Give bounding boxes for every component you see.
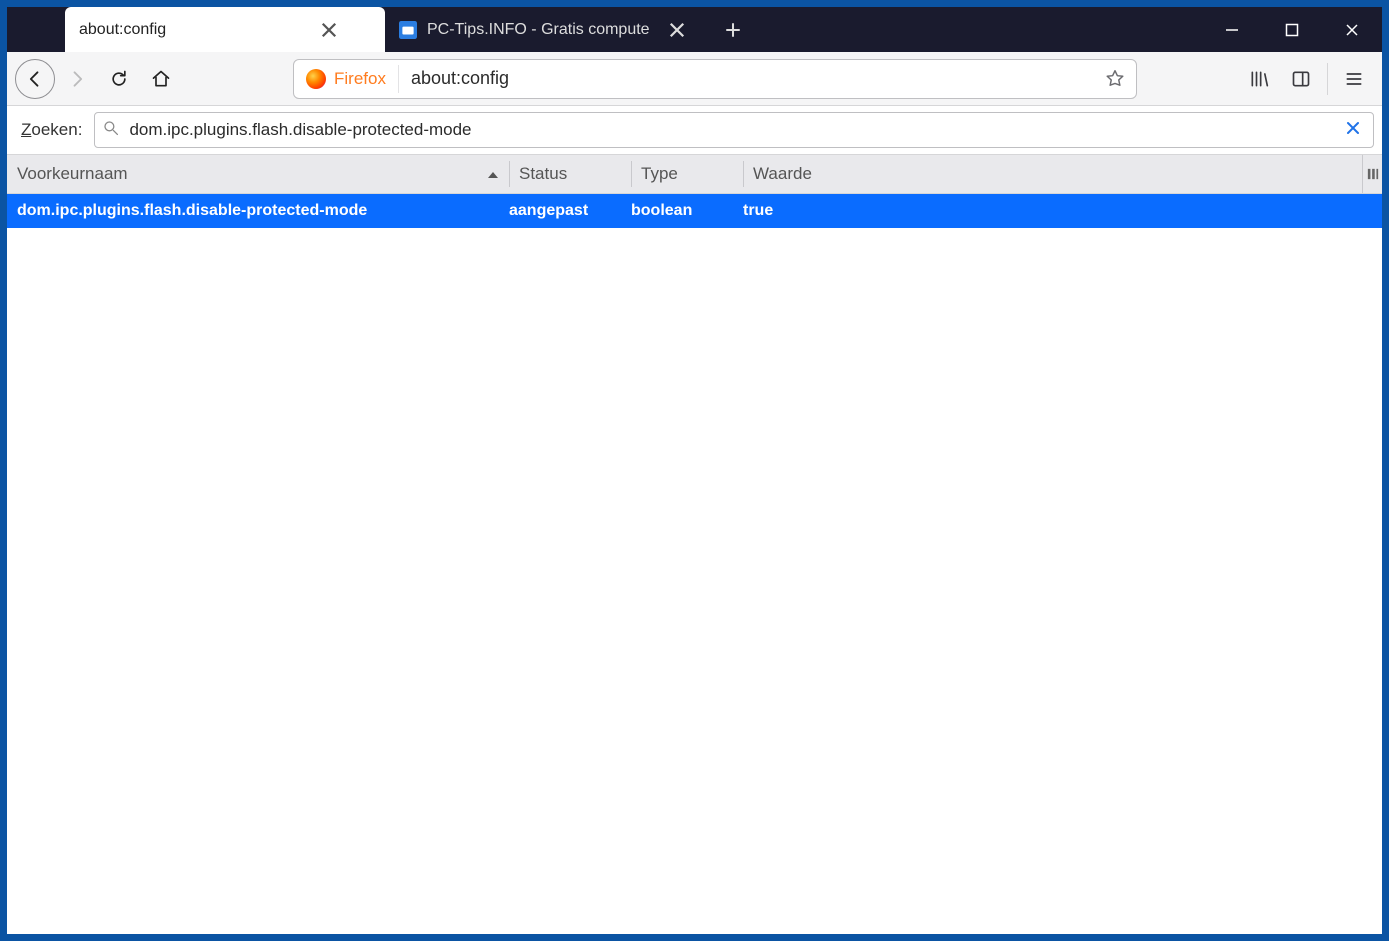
table-header: Voorkeurnaam Status Type Waarde (7, 154, 1382, 194)
close-icon[interactable] (667, 20, 687, 40)
prefs-table: Voorkeurnaam Status Type Waarde dom.ipc.… (7, 154, 1382, 934)
column-name[interactable]: Voorkeurnaam (7, 155, 509, 193)
forward-button (57, 59, 97, 99)
toolbar-right (1239, 59, 1374, 99)
tab-inactive[interactable]: PC-Tips.INFO - Gratis compute (385, 7, 705, 52)
site-identity[interactable]: Firefox (300, 65, 399, 93)
cell-value: true (743, 202, 1382, 220)
column-value[interactable]: Waarde (743, 155, 1362, 193)
column-status[interactable]: Status (509, 155, 631, 193)
site-favicon-icon (399, 21, 417, 39)
column-label: Status (519, 164, 567, 184)
column-picker-icon[interactable] (1362, 155, 1382, 193)
search-input[interactable] (129, 113, 1331, 147)
column-label: Voorkeurnaam (17, 164, 128, 184)
config-search-bar: Zoeken: (7, 106, 1382, 154)
search-label: Zoeken: (21, 120, 82, 140)
library-button[interactable] (1239, 59, 1279, 99)
home-button[interactable] (141, 59, 181, 99)
tab-active[interactable]: about:config (65, 7, 385, 52)
navbar: Firefox (7, 52, 1382, 106)
cell-name: dom.ipc.plugins.flash.disable-protected-… (7, 202, 509, 220)
column-label: Type (641, 164, 678, 184)
menu-button[interactable] (1334, 59, 1374, 99)
back-button[interactable] (15, 59, 55, 99)
close-icon[interactable] (319, 20, 339, 40)
browser-window: about:config PC-Tips.INFO - Gratis compu… (7, 7, 1382, 934)
identity-label: Firefox (334, 69, 386, 89)
cell-type: boolean (631, 202, 743, 220)
clear-search-icon[interactable] (1341, 119, 1365, 142)
window-close-button[interactable] (1322, 7, 1382, 52)
tab-strip: about:config PC-Tips.INFO - Gratis compu… (7, 7, 753, 52)
window-minimize-button[interactable] (1202, 7, 1262, 52)
window-maximize-button[interactable] (1262, 7, 1322, 52)
tab-label: PC-Tips.INFO - Gratis compute (427, 21, 657, 39)
sidebar-button[interactable] (1281, 59, 1321, 99)
sort-asc-icon (487, 164, 499, 184)
search-icon (103, 120, 119, 141)
titlebar: about:config PC-Tips.INFO - Gratis compu… (7, 7, 1382, 52)
column-label: Waarde (753, 164, 812, 184)
column-type[interactable]: Type (631, 155, 743, 193)
firefox-icon (306, 69, 326, 89)
cell-status: aangepast (509, 202, 631, 220)
search-field[interactable] (94, 112, 1374, 148)
reload-button[interactable] (99, 59, 139, 99)
separator (1327, 63, 1328, 95)
url-bar[interactable]: Firefox (293, 59, 1137, 99)
new-tab-button[interactable] (713, 7, 753, 52)
url-input[interactable] (399, 60, 1100, 98)
window-controls (1202, 7, 1382, 52)
table-row[interactable]: dom.ipc.plugins.flash.disable-protected-… (7, 194, 1382, 228)
tab-label: about:config (79, 21, 309, 39)
table-body: dom.ipc.plugins.flash.disable-protected-… (7, 194, 1382, 934)
bookmark-star-icon[interactable] (1100, 64, 1130, 94)
